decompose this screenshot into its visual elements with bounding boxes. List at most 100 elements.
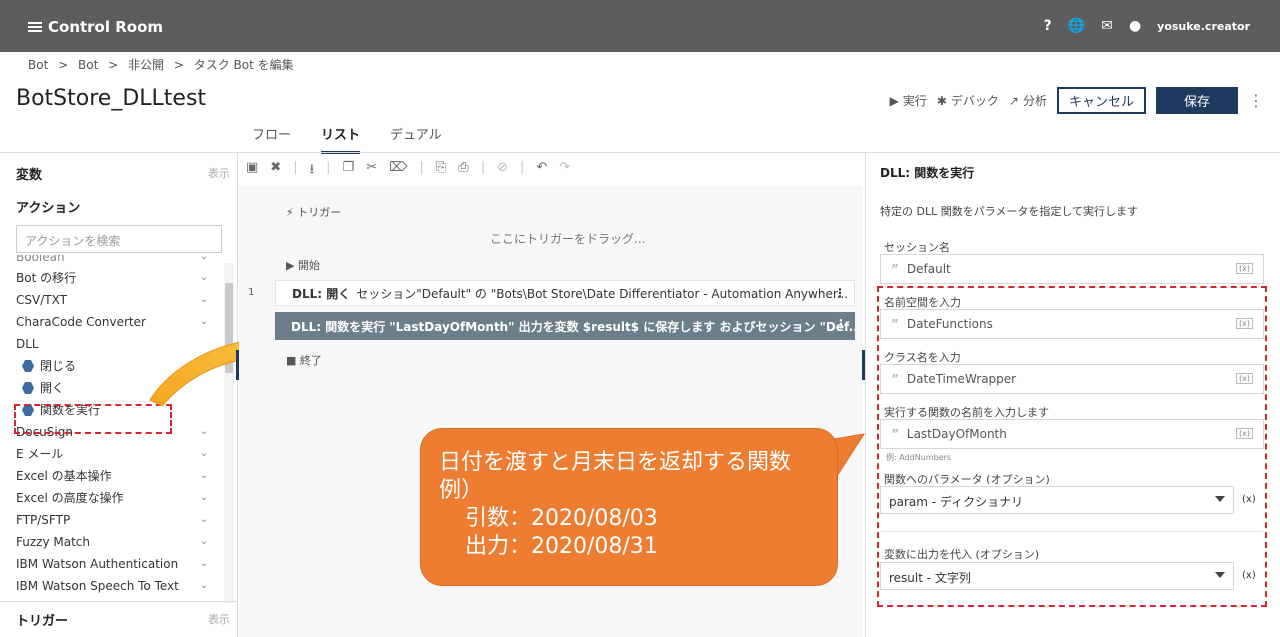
tab-list[interactable]: リスト: [321, 124, 361, 154]
properties-description: 特定の DLL 関数をパラメータを指定して実行します: [880, 205, 1139, 218]
step-dll-run-function[interactable]: DLL: 関数を実行 "LastDayOfMonth" 出力を変数 $resul…: [275, 312, 855, 340]
step-menu-icon[interactable]: ⋮: [835, 317, 847, 331]
session-field[interactable]: ” Default (x): [880, 254, 1264, 284]
globe-icon[interactable]: 🌐: [1068, 18, 1085, 34]
help-icon[interactable]: ?: [1044, 18, 1052, 34]
trigger-row[interactable]: ⚡ トリガー: [286, 204, 341, 220]
record-icon[interactable]: ▣: [246, 160, 258, 182]
callout-line: 出力：2020/08/31: [465, 534, 658, 559]
undo-icon[interactable]: ↶: [536, 160, 547, 182]
step-title: DLL: 開く: [292, 286, 351, 301]
tab-flow[interactable]: フロー: [252, 124, 291, 154]
notification-icon[interactable]: ✉: [1101, 18, 1113, 34]
run-button[interactable]: ▶ 実行: [890, 92, 927, 109]
session-value: Default: [906, 262, 951, 276]
callout-line: 日付を渡すと月末日を返却する関数: [439, 450, 792, 475]
breadcrumb-current: タスク Bot を編集: [193, 58, 294, 72]
run-label: 実行: [902, 94, 927, 108]
debug-label: デバック: [950, 94, 999, 108]
callout-line: 引数：2020/08/03: [465, 506, 658, 531]
list-item[interactable]: IBM Watson Speech To Text ⌄: [0, 575, 222, 597]
list-item[interactable]: E メール ⌄: [0, 443, 222, 465]
bug-icon: ✱: [936, 93, 947, 108]
list-item[interactable]: FTP/SFTP ⌄: [0, 509, 222, 531]
highlight-box: [877, 286, 1267, 607]
action-search-input[interactable]: アクションを検索: [16, 225, 222, 253]
step-dll-open[interactable]: DLL: 開く セッション"Default" の "Bots\Bot Store…: [275, 280, 855, 306]
menu-icon[interactable]: [28, 20, 42, 34]
list-item-label: Fuzzy Match: [16, 535, 90, 549]
dll-icon: [22, 360, 34, 372]
analyze-button[interactable]: ↗ 分析: [1009, 92, 1047, 109]
chevron-down-icon: ⌄: [199, 272, 208, 283]
page-title: BotStore_DLLtest: [16, 86, 207, 111]
list-item-label: DLL: [16, 337, 39, 351]
paste-below-icon[interactable]: ⎙: [458, 160, 468, 182]
chevron-down-icon: ⌄: [199, 426, 208, 437]
line-number: 1: [248, 287, 255, 298]
toggle-icon[interactable]: ⊘: [497, 160, 508, 182]
breadcrumb: Bot > Bot > 非公開 > タスク Bot を編集: [28, 56, 300, 73]
variables-show-toggle[interactable]: 表示: [208, 165, 230, 181]
chevron-down-icon: ⌄: [199, 448, 208, 459]
variable-insert-icon[interactable]: (x): [1236, 263, 1253, 274]
list-item-label: IBM Watson Authentication: [16, 557, 179, 571]
debug-button[interactable]: ✱ デバック: [937, 92, 999, 109]
breadcrumb-item[interactable]: 非公開: [128, 58, 164, 72]
list-item[interactable]: IBM Watson Authentication ⌄: [0, 553, 222, 575]
step-detail: DLL: 関数を実行 "LastDayOfMonth" 出力を変数 $resul…: [291, 319, 855, 334]
cut-icon[interactable]: ✂: [366, 160, 377, 182]
delete-icon[interactable]: ⌦: [389, 160, 407, 182]
trigger-header[interactable]: トリガー: [16, 610, 68, 629]
list-item-label: CharaCode Converter: [16, 315, 146, 329]
cancel-button[interactable]: キャンセル: [1056, 87, 1146, 114]
trigger-show-toggle[interactable]: 表示: [208, 611, 230, 627]
redo-icon[interactable]: ↷: [559, 160, 570, 182]
brand[interactable]: Control Room: [28, 18, 163, 36]
list-item[interactable]: Boolean ⌄: [0, 255, 222, 267]
start-row-label: 開始: [297, 259, 320, 272]
more-icon[interactable]: ⋮: [1248, 91, 1264, 110]
insert-icon[interactable]: ⭳: [310, 160, 315, 182]
list-item-label: Excel の基本操作: [16, 469, 112, 483]
end-row-label: 終了: [299, 354, 322, 367]
chevron-down-icon: ⌄: [199, 580, 208, 591]
step-menu-icon[interactable]: ⋮: [834, 286, 846, 300]
chevron-down-icon: ⌄: [199, 492, 208, 503]
copy-icon[interactable]: ❐: [343, 160, 355, 182]
view-tabs: フロー リスト デュアル: [252, 124, 442, 154]
list-item-label: E メール: [16, 447, 64, 461]
list-item[interactable]: Excel の高度な操作 ⌄: [0, 487, 222, 509]
dll-icon: [22, 382, 34, 394]
chevron-down-icon: ⌄: [199, 558, 208, 569]
list-item-label: 閉じる: [40, 359, 77, 373]
stop-icon: ■: [286, 354, 297, 367]
list-item-label: CSV/TXT: [16, 293, 67, 307]
callout-line: 例）: [439, 478, 484, 503]
save-button[interactable]: 保存: [1155, 87, 1238, 114]
bolt-icon: ⚡: [286, 206, 294, 219]
trigger-section: トリガー 表示: [0, 601, 238, 637]
breadcrumb-item[interactable]: Bot: [28, 58, 48, 72]
disable-icon[interactable]: ✖: [270, 160, 281, 182]
brand-label: Control Room: [48, 18, 164, 36]
panel-resize-handle[interactable]: [236, 350, 239, 380]
action-list-scrollbar[interactable]: [224, 263, 234, 603]
variables-header[interactable]: 変数: [16, 164, 42, 183]
tab-dual[interactable]: デュアル: [390, 124, 442, 154]
list-item[interactable]: Bot の移行 ⌄: [0, 267, 222, 289]
list-item-label: IBM Watson Speech To Text: [16, 579, 179, 593]
list-item[interactable]: CSV/TXT ⌄: [0, 289, 222, 311]
breadcrumb-item[interactable]: Bot: [78, 58, 98, 72]
list-item[interactable]: Fuzzy Match ⌄: [0, 531, 222, 553]
user-name[interactable]: yosuke.creator: [1157, 20, 1250, 33]
drag-hint: ここにトリガーをドラッグ...: [490, 232, 646, 246]
list-item[interactable]: Excel の基本操作 ⌄: [0, 465, 222, 487]
user-icon[interactable]: ●: [1129, 18, 1141, 34]
list-item-label: Boolean: [16, 255, 65, 264]
chevron-down-icon: ⌄: [199, 514, 208, 525]
chevron-down-icon: ⌄: [199, 536, 208, 547]
toolbar-separator: |: [480, 160, 486, 175]
paste-icon[interactable]: ⎘: [436, 160, 446, 182]
session-label: セッション名: [884, 241, 950, 254]
